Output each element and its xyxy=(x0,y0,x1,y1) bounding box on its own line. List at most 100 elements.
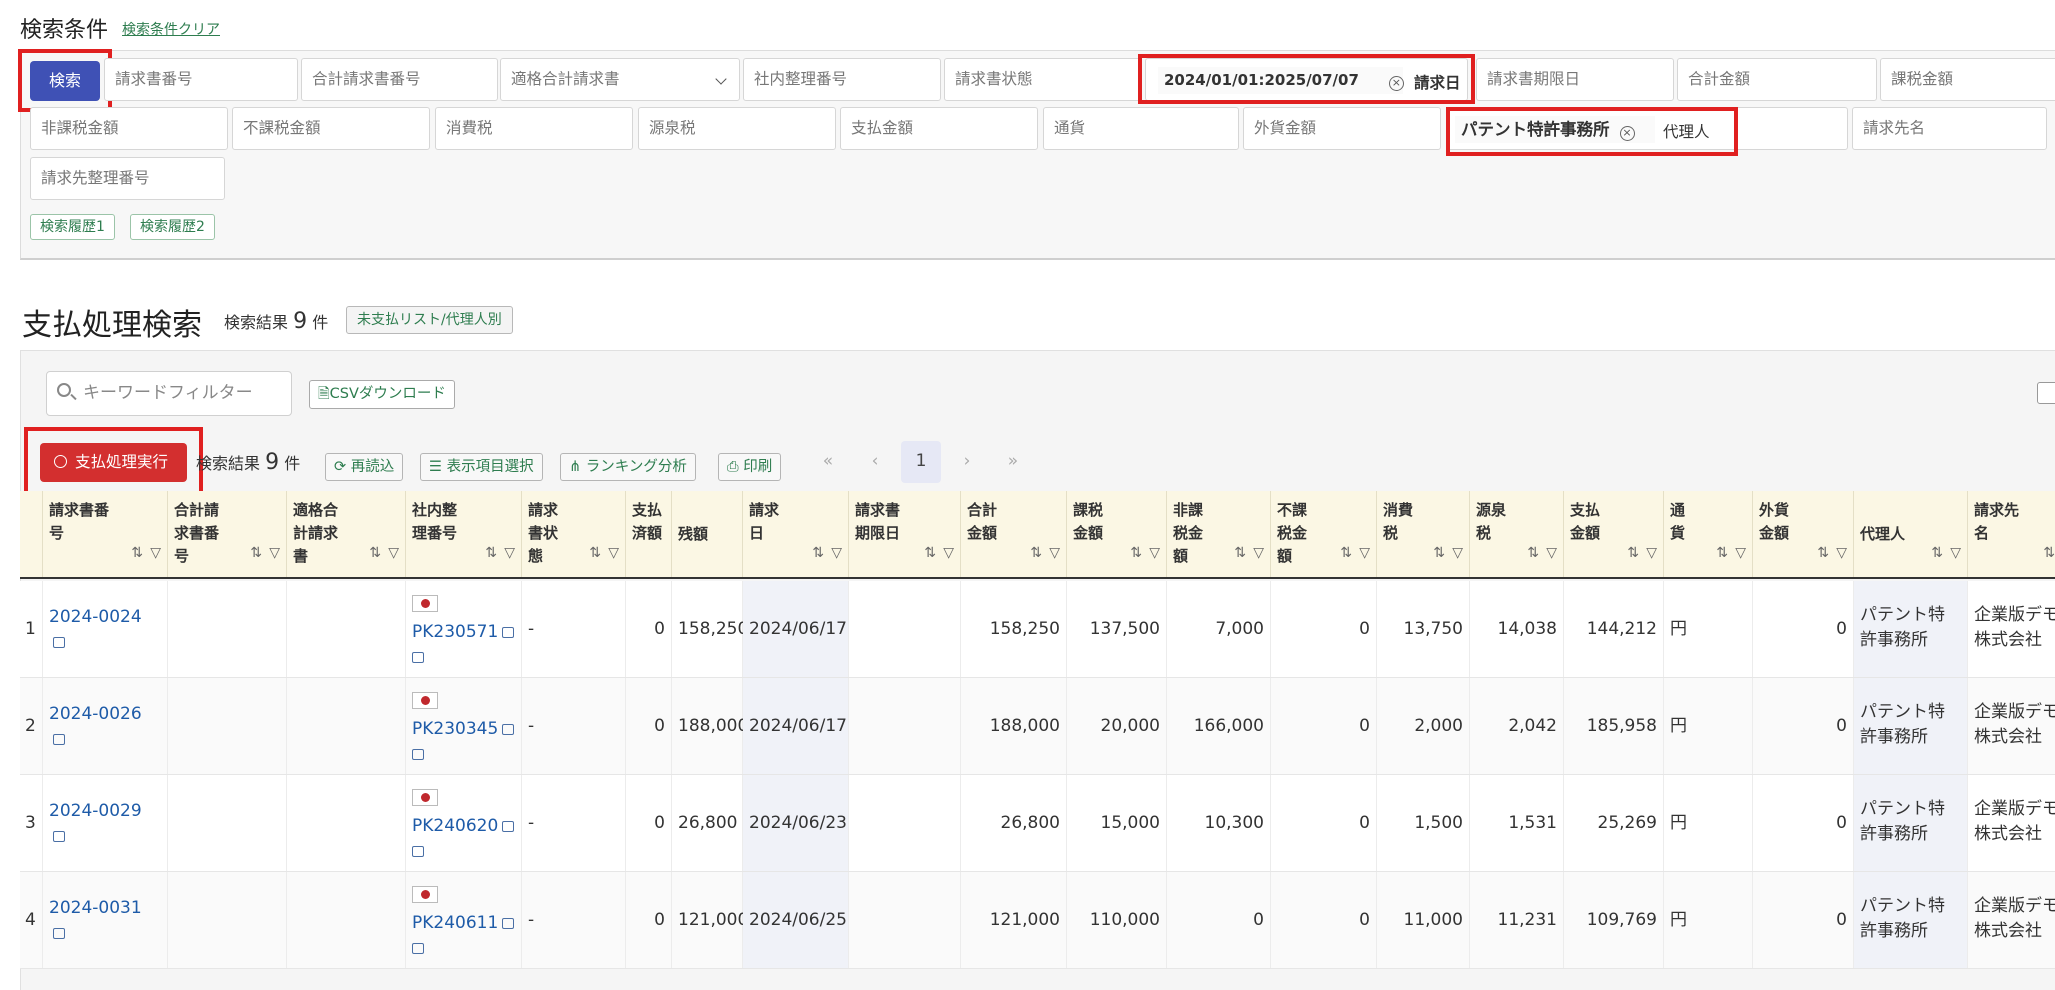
window-icon[interactable] xyxy=(412,652,424,663)
window-icon[interactable] xyxy=(412,749,424,760)
header-total-invoice-number[interactable]: 合計請求書番号 ⇅ ▽ xyxy=(168,491,287,577)
header-due-date[interactable]: 請求書期限日 ⇅ ▽ xyxy=(849,491,961,577)
copy-icon[interactable] xyxy=(502,724,515,735)
consumption-tax-field[interactable]: 消費税 xyxy=(435,107,633,150)
sort-icon[interactable]: ⇅ xyxy=(250,542,262,565)
search-button[interactable]: 検索 xyxy=(30,61,100,101)
invoice-number-link[interactable]: 2024-0031 xyxy=(49,898,142,918)
total-invoice-number-field[interactable]: 合計請求書番号 xyxy=(301,58,498,101)
filter-icon[interactable]: ▽ xyxy=(608,542,619,565)
copy-icon[interactable] xyxy=(53,831,65,842)
invoice-number-link[interactable]: 2024-0026 xyxy=(49,704,142,724)
header-foreign-amount[interactable]: 外貨金額 ⇅ ▽ xyxy=(1753,491,1854,577)
ranking-analysis-button[interactable]: ⋔ ランキング分析 xyxy=(560,453,696,481)
clear-conditions-link[interactable]: 検索条件クリア xyxy=(122,19,220,39)
invoice-number-field[interactable]: 請求書番号 xyxy=(104,58,298,101)
window-icon[interactable] xyxy=(412,846,424,857)
sort-icon[interactable]: ⇅ xyxy=(1234,542,1246,565)
internal-number-link[interactable]: PK230345 xyxy=(412,719,498,739)
filter-icon[interactable]: ▽ xyxy=(1049,542,1060,565)
internal-number-link[interactable]: PK240611 xyxy=(412,913,498,933)
filter-icon[interactable]: ▽ xyxy=(1735,542,1746,565)
filter-icon[interactable]: ▽ xyxy=(269,542,280,565)
execute-payment-button[interactable]: 支払処理実行 xyxy=(40,443,187,482)
invoice-due-date-field[interactable]: 請求書期限日 xyxy=(1476,58,1674,101)
select-all-checkbox[interactable] xyxy=(2037,382,2055,404)
qualified-invoice-select[interactable]: 適格合計請求書 xyxy=(500,58,740,101)
header-taxable-amount[interactable]: 課税金額 ⇅ ▽ xyxy=(1067,491,1167,577)
header-untaxed-amount[interactable]: 不課税金額 ⇅ ▽ xyxy=(1271,491,1377,577)
filter-icon[interactable]: ▽ xyxy=(1950,542,1961,565)
clear-agent-icon[interactable]: × xyxy=(1619,126,1635,141)
header-internal-number[interactable]: 社内整理番号 ⇅ ▽ xyxy=(406,491,522,577)
nontax-amount-field[interactable]: 非課税金額 xyxy=(30,107,228,150)
sort-icon[interactable]: ⇅ xyxy=(1627,542,1639,565)
sort-icon[interactable]: ⇅ xyxy=(131,542,143,565)
unpaid-list-button[interactable]: 未支払リスト/代理人別 xyxy=(346,306,513,334)
client-number-field[interactable]: 請求先整理番号 xyxy=(30,157,225,200)
copy-icon[interactable] xyxy=(53,734,65,745)
sort-icon[interactable]: ⇅ xyxy=(589,542,601,565)
copy-icon[interactable] xyxy=(53,637,65,648)
window-icon[interactable] xyxy=(412,943,424,954)
date-range-chip[interactable]: 2024/01/01:2025/07/07 × xyxy=(1158,67,1404,94)
sort-icon[interactable]: ⇅ xyxy=(1931,542,1943,565)
copy-icon[interactable] xyxy=(502,918,515,929)
filter-icon[interactable]: ▽ xyxy=(1546,542,1557,565)
untaxed-amount-field[interactable]: 不課税金額 xyxy=(232,107,430,150)
csv-download-button[interactable]: 🗎CSVダウンロード xyxy=(309,380,455,409)
copy-icon[interactable] xyxy=(502,627,515,638)
client-name-field[interactable]: 請求先名 xyxy=(1852,107,2047,150)
filter-icon[interactable]: ▽ xyxy=(831,542,842,565)
header-agent[interactable]: 代理人 ⇅ ▽ xyxy=(1854,491,1968,577)
invoice-number-link[interactable]: 2024-0029 xyxy=(49,801,142,821)
prev-page-button[interactable]: ‹ xyxy=(855,441,895,483)
header-nontax-amount[interactable]: 非課税金額 ⇅ ▽ xyxy=(1167,491,1271,577)
sort-icon[interactable]: ⇅ xyxy=(2043,542,2055,565)
header-qualified-invoice[interactable]: 適格合計請求書 ⇅ ▽ xyxy=(287,491,406,577)
copy-icon[interactable] xyxy=(502,821,515,832)
invoice-state-field[interactable]: 請求書状態 xyxy=(944,58,1142,101)
table-row[interactable]: 1 2024-0024 PK230571 - 0 158,250 2024/06… xyxy=(20,581,2055,678)
sort-icon[interactable]: ⇅ xyxy=(1130,542,1142,565)
last-page-button[interactable]: » xyxy=(993,441,1033,483)
header-invoice-state[interactable]: 請求書状態 ⇅ ▽ xyxy=(522,491,626,577)
agent-chip[interactable]: パテント特許事務所 × xyxy=(1455,116,1655,143)
filter-icon[interactable]: ▽ xyxy=(150,542,161,565)
sort-icon[interactable]: ⇅ xyxy=(485,542,497,565)
total-amount-field[interactable]: 合計金額 xyxy=(1677,58,1877,101)
header-total-amount[interactable]: 合計金額 ⇅ ▽ xyxy=(961,491,1067,577)
sort-icon[interactable]: ⇅ xyxy=(924,542,936,565)
search-history-1-button[interactable]: 検索履歴1 xyxy=(30,214,115,240)
withholding-tax-field[interactable]: 源泉税 xyxy=(638,107,836,150)
internal-number-link[interactable]: PK230571 xyxy=(412,622,498,642)
filter-icon[interactable]: ▽ xyxy=(1149,542,1160,565)
column-select-button[interactable]: ☰ 表示項目選択 xyxy=(420,453,543,481)
sort-icon[interactable]: ⇅ xyxy=(1817,542,1829,565)
agent-field[interactable]: パテント特許事務所 × 代理人 xyxy=(1446,107,1848,150)
header-invoice-date[interactable]: 請求日 ⇅ ▽ xyxy=(743,491,849,577)
header-invoice-number[interactable]: 請求書番号 ⇅ ▽ xyxy=(43,491,168,577)
first-page-button[interactable]: « xyxy=(808,441,848,483)
sort-icon[interactable]: ⇅ xyxy=(1433,542,1445,565)
filter-icon[interactable]: ▽ xyxy=(1359,542,1370,565)
foreign-amount-field[interactable]: 外貨金額 xyxy=(1243,107,1441,150)
table-row[interactable]: 2 2024-0026 PK230345 - 0 188,000 2024/06… xyxy=(20,678,2055,775)
filter-icon[interactable]: ▽ xyxy=(388,542,399,565)
internal-number-link[interactable]: PK240620 xyxy=(412,816,498,836)
internal-number-field[interactable]: 社内整理番号 xyxy=(743,58,941,101)
sort-icon[interactable]: ⇅ xyxy=(1030,542,1042,565)
payment-amount-field[interactable]: 支払金額 xyxy=(840,107,1038,150)
page-1-button[interactable]: 1 xyxy=(901,441,941,483)
filter-icon[interactable]: ▽ xyxy=(1253,542,1264,565)
next-page-button[interactable]: › xyxy=(947,441,987,483)
currency-field[interactable]: 通貨 xyxy=(1043,107,1239,150)
sort-icon[interactable]: ⇅ xyxy=(1527,542,1539,565)
header-withholding-tax[interactable]: 源泉税 ⇅ ▽ xyxy=(1470,491,1564,577)
reload-button[interactable]: ⟳ 再読込 xyxy=(325,453,404,481)
clear-date-icon[interactable]: × xyxy=(1388,76,1404,91)
table-row[interactable]: 4 2024-0031 PK240611 - 0 121,000 2024/06… xyxy=(20,872,2055,969)
header-currency[interactable]: 通貨 ⇅ ▽ xyxy=(1664,491,1753,577)
header-consumption-tax[interactable]: 消費税 ⇅ ▽ xyxy=(1377,491,1470,577)
print-button[interactable]: ⎙ 印刷 xyxy=(718,453,782,481)
